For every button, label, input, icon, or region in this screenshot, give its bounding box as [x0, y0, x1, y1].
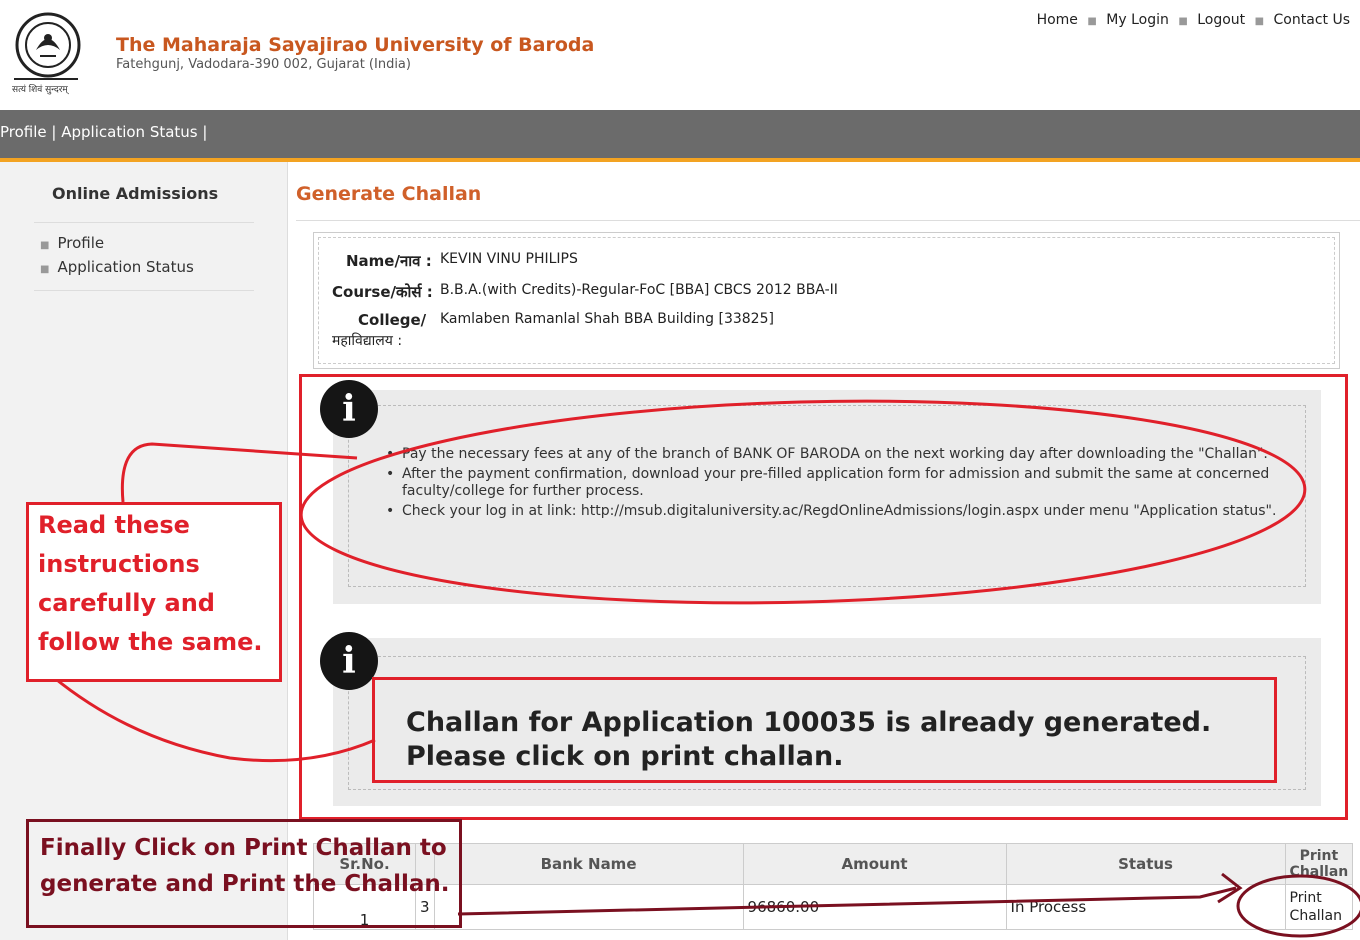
cell-bank-name	[433, 884, 744, 930]
university-logo	[14, 12, 81, 80]
read-instructions-text: Read these instructions carefully and fo…	[38, 511, 263, 656]
col-bank-name: Bank Name	[433, 843, 744, 885]
logout-link[interactable]: Logout	[1197, 12, 1245, 28]
print-challan-callout-text: Finally Click on Print Challan to genera…	[40, 835, 450, 897]
link-separator-icon: ■	[1087, 16, 1097, 27]
college-label: College/	[358, 311, 427, 329]
sidebar-item-label: Application Status	[57, 258, 194, 276]
contact-us-link[interactable]: Contact Us	[1274, 12, 1350, 28]
cell-amount: 96860.00	[742, 884, 1007, 930]
col-print-challan: Print Challan	[1284, 843, 1354, 885]
page-title: Generate Challan	[296, 183, 482, 205]
nav-separator: |	[51, 123, 62, 141]
sidebar-item-profile[interactable]: ■ Profile	[40, 234, 104, 252]
sidebar-item-label: Profile	[57, 234, 105, 252]
cell-status: In Process	[1005, 884, 1286, 930]
top-links: Home ■ My Login ■ Logout ■ Contact Us	[1037, 12, 1350, 28]
motto: सत्यं शिवं सुन्दरम्	[12, 85, 68, 95]
nav-application-status[interactable]: Application Status	[61, 123, 197, 141]
link-separator-icon: ■	[1178, 16, 1188, 27]
print-challan-link[interactable]: Print Challan	[1284, 884, 1354, 930]
nav-profile[interactable]: Profile	[0, 123, 47, 141]
name-label: Name/नाव :	[346, 252, 432, 270]
col-amount: Amount	[742, 843, 1007, 885]
sidebar-divider	[34, 290, 254, 291]
college-value: Kamlaben Ramanlal Shah BBA Building [338…	[440, 311, 774, 327]
nav-separator: |	[202, 123, 208, 141]
course-value: B.B.A.(with Credits)-Regular-FoC [BBA] C…	[440, 282, 838, 298]
col-status: Status	[1005, 843, 1286, 885]
college-label-hindi: महाविद्यालय :	[332, 333, 403, 349]
navbar-links: Profile | Application Status |	[0, 123, 207, 141]
name-value: KEVIN VINU PHILIPS	[440, 251, 578, 267]
bullet-icon: ■	[40, 264, 50, 275]
university-address: Fatehgunj, Vadodara-390 002, Gujarat (In…	[116, 57, 411, 72]
sidebar-title: Online Admissions	[52, 184, 219, 203]
link-separator-icon: ■	[1254, 16, 1265, 27]
message-highlight-rect	[372, 677, 1277, 783]
sidebar-divider	[34, 222, 254, 223]
university-name: The Maharaja Sayajirao University of Bar…	[116, 34, 595, 56]
bullet-icon: ■	[40, 240, 50, 251]
course-label: Course/कोर्स :	[332, 283, 433, 301]
table-header-row: Sr.No. Bank Name Amount Status Print Cha…	[313, 843, 1354, 885]
challan-table: Sr.No. Bank Name Amount Status Print Cha…	[313, 843, 1354, 930]
home-link[interactable]: Home	[1037, 12, 1078, 28]
my-login-link[interactable]: My Login	[1106, 12, 1169, 28]
main-navbar: Profile | Application Status |	[0, 110, 1360, 162]
sidebar-item-application-status[interactable]: ■ Application Status	[40, 258, 194, 276]
table-row: 1 3 96860.00 In Process Print Challan	[313, 884, 1354, 930]
title-divider	[296, 220, 1360, 221]
site-header: सत्यं शिवं सुन्दरम् The Maharaja Sayajir…	[0, 0, 1360, 110]
